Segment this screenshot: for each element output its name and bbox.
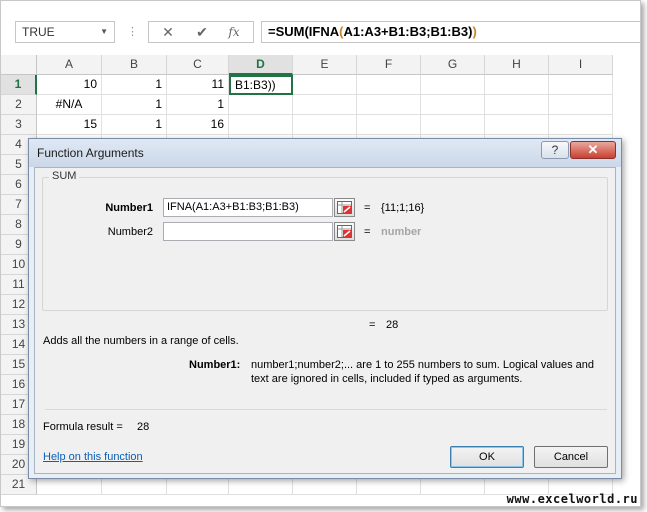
help-button[interactable]: ? — [541, 141, 569, 159]
cell-i3[interactable] — [549, 115, 613, 135]
dialog-titlebar[interactable]: Function Arguments ? ✕ — [29, 139, 621, 167]
cell-a1[interactable]: 10 — [37, 75, 102, 95]
formula-prefix: =SUM(IFNA — [268, 24, 340, 39]
formula-input[interactable]: =SUM(IFNA(A1:A3+B1:B3;B1:B3)) — [261, 21, 640, 43]
row-header-1[interactable]: 1 — [1, 75, 37, 95]
arg1-label: Number1 — [105, 202, 153, 214]
cell-c1[interactable]: 11 — [167, 75, 229, 95]
arg-help-line2: text are ignored in cells, included if t… — [251, 373, 523, 385]
cell-d3[interactable] — [229, 115, 293, 135]
cell-c3[interactable]: 16 — [167, 115, 229, 135]
cell-e3[interactable] — [293, 115, 357, 135]
cell-i1[interactable] — [549, 75, 613, 95]
insert-function-icon[interactable]: fx — [219, 22, 249, 42]
cell-b3[interactable]: 1 — [102, 115, 167, 135]
drag-handle-icon[interactable]: ⋮ — [127, 21, 138, 43]
column-header-a[interactable]: A — [37, 55, 102, 75]
cell-f1[interactable] — [357, 75, 421, 95]
cell-c2[interactable]: 1 — [167, 95, 229, 115]
arg2-result: number — [381, 226, 422, 238]
formula-close-paren: ) — [472, 24, 477, 39]
cell-g1[interactable] — [421, 75, 485, 95]
total-result: 28 — [386, 319, 399, 331]
chevron-down-icon[interactable]: ▼ — [100, 22, 108, 42]
arguments-group: SUM Number1 IFNA(A1:A3+B1:B3;B1:B3) = {1… — [42, 170, 608, 311]
cell-h2[interactable] — [485, 95, 549, 115]
excel-window: TRUE ▼ ⋮ ✕ ✔ fx =SUM(IFNA(A1:A3+B1:B3;B1… — [0, 0, 641, 507]
cell-h3[interactable] — [485, 115, 549, 135]
cell-e2[interactable] — [293, 95, 357, 115]
collapse-dialog-icon[interactable] — [334, 198, 355, 217]
formula-rest: A1:A3+B1:B3;B1:B3) — [343, 24, 473, 39]
cell-d2[interactable] — [229, 95, 293, 115]
arg-help-line1: number1;number2;... are 1 to 255 numbers… — [251, 359, 595, 371]
cell-f3[interactable] — [357, 115, 421, 135]
column-header-i[interactable]: I — [549, 55, 613, 75]
arg2-input[interactable] — [163, 222, 333, 241]
enter-icon[interactable]: ✔ — [187, 22, 217, 42]
help-on-function-link[interactable]: Help on this function — [43, 451, 143, 463]
arg-help-label: Number1: — [189, 359, 241, 371]
column-header-c[interactable]: C — [167, 55, 229, 75]
row-header-2[interactable]: 2 — [1, 95, 37, 115]
cell-g2[interactable] — [421, 95, 485, 115]
name-box[interactable]: TRUE ▼ — [15, 21, 115, 43]
dialog-body: SUM Number1 IFNA(A1:A3+B1:B3;B1:B3) = {1… — [34, 167, 616, 474]
column-header-f[interactable]: F — [357, 55, 421, 75]
cancel-button[interactable]: Cancel — [534, 446, 608, 468]
cancel-icon[interactable]: ✕ — [153, 22, 183, 42]
arg2-equals: = — [364, 226, 371, 238]
function-arguments-dialog: Function Arguments ? ✕ SUM Number1 IFNA(… — [28, 138, 622, 479]
column-header-d[interactable]: D — [229, 55, 293, 75]
arg1-equals: = — [364, 202, 371, 214]
cell-h1[interactable] — [485, 75, 549, 95]
cell-f2[interactable] — [357, 95, 421, 115]
column-header-g[interactable]: G — [421, 55, 485, 75]
arg1-input[interactable]: IFNA(A1:A3+B1:B3;B1:B3) — [163, 198, 333, 217]
column-header-h[interactable]: H — [485, 55, 549, 75]
watermark: www.excelworld.ru — [506, 492, 638, 506]
divider — [45, 409, 607, 410]
select-all-corner[interactable] — [1, 55, 37, 75]
arg2-label: Number2 — [107, 226, 153, 238]
formula-result-label: Formula result = — [43, 421, 123, 433]
close-button[interactable]: ✕ — [570, 141, 616, 159]
column-header-b[interactable]: B — [102, 55, 167, 75]
function-name: SUM — [49, 170, 80, 182]
function-description: Adds all the numbers in a range of cells… — [43, 335, 239, 347]
row-header-3[interactable]: 3 — [1, 115, 37, 135]
formula-bar: TRUE ▼ ⋮ ✕ ✔ fx =SUM(IFNA(A1:A3+B1:B3;B1… — [1, 1, 640, 45]
cell-e1[interactable] — [293, 75, 357, 95]
cell-a3[interactable]: 15 — [37, 115, 102, 135]
cell-b1[interactable]: 1 — [102, 75, 167, 95]
formula-result-value: 28 — [137, 421, 150, 433]
cell-d1[interactable]: B1:B3)) — [229, 75, 293, 95]
cell-b2[interactable]: 1 — [102, 95, 167, 115]
cell-g3[interactable] — [421, 115, 485, 135]
cell-i2[interactable] — [549, 95, 613, 115]
collapse-dialog-icon[interactable] — [334, 222, 355, 241]
ok-button[interactable]: OK — [450, 446, 524, 468]
cell-a2[interactable]: #N/A — [37, 95, 102, 115]
column-header-e[interactable]: E — [293, 55, 357, 75]
arg1-result: {11;1;16} — [381, 202, 425, 214]
total-equals: = — [369, 319, 376, 331]
name-box-value: TRUE — [22, 25, 55, 39]
formula-buttons: ✕ ✔ fx — [148, 21, 254, 43]
dialog-title: Function Arguments — [37, 146, 144, 160]
